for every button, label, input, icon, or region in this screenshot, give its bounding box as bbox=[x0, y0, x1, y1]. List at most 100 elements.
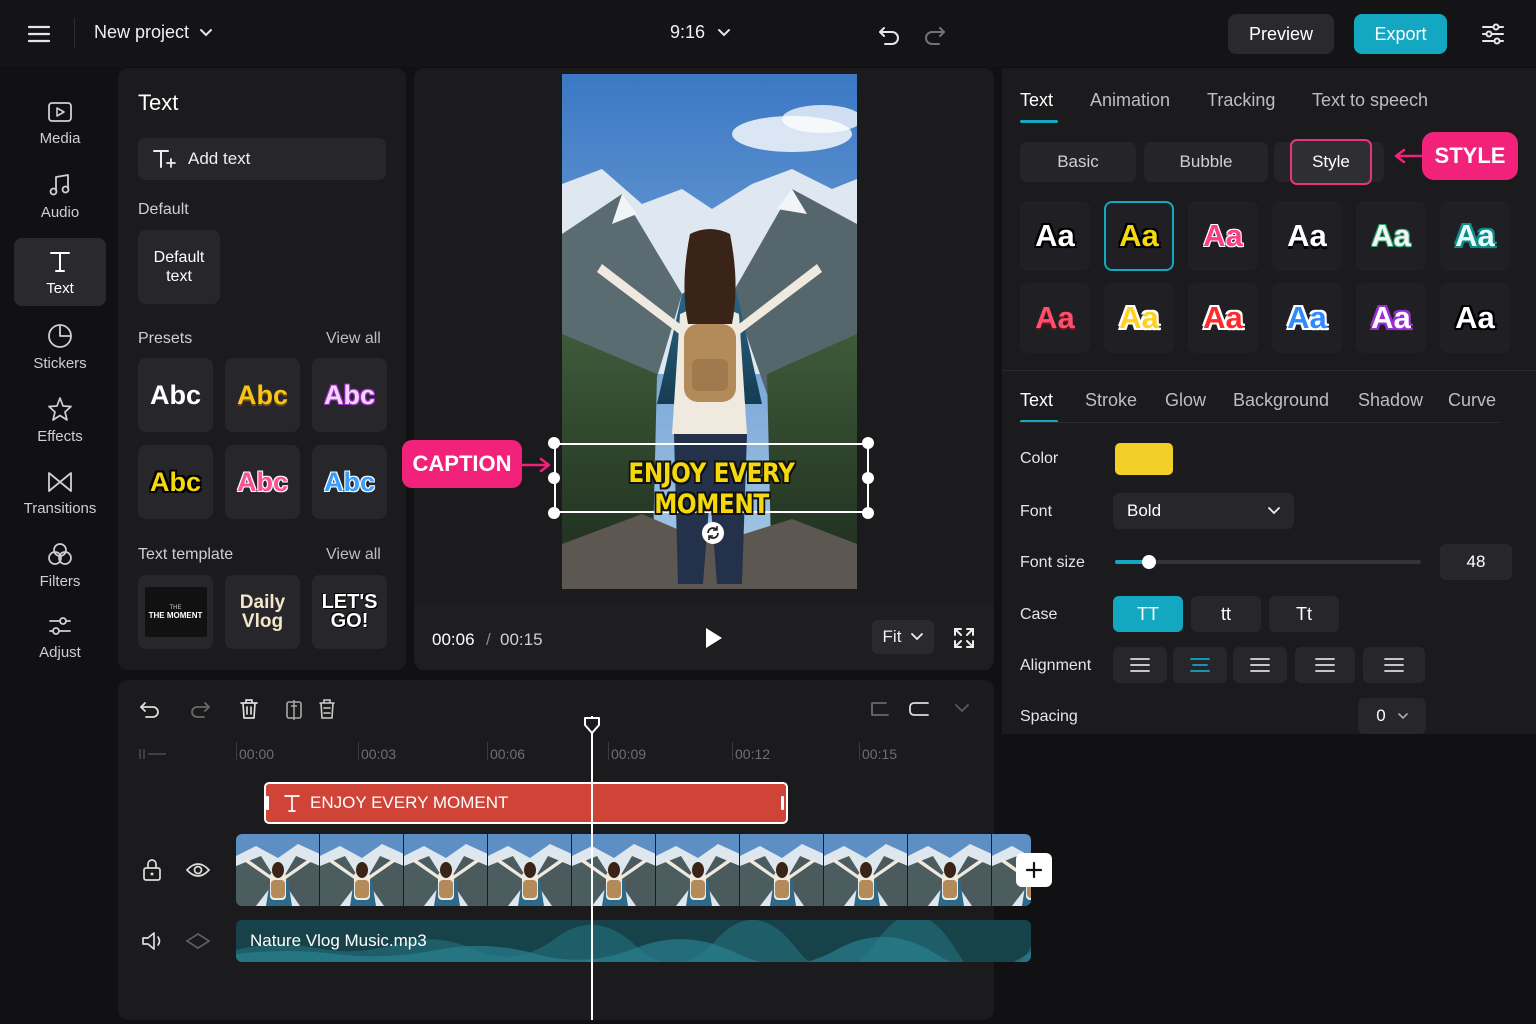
fit-dropdown[interactable]: Fit bbox=[872, 620, 934, 654]
magnet-snap-icon[interactable] bbox=[138, 746, 168, 762]
ruler-label: 00:12 bbox=[735, 746, 771, 762]
add-text-button[interactable]: Add text bbox=[138, 138, 386, 180]
delete-icon[interactable] bbox=[238, 698, 260, 720]
playhead-line[interactable] bbox=[591, 716, 593, 1020]
style-tile[interactable]: Aa bbox=[1272, 201, 1342, 271]
font-select[interactable]: Bold bbox=[1113, 493, 1294, 529]
clip-trim-handle-left[interactable] bbox=[266, 796, 269, 810]
style-category-basic[interactable]: Basic bbox=[1020, 142, 1136, 182]
case-lowercase-button[interactable]: tt bbox=[1191, 596, 1261, 632]
resize-handle[interactable] bbox=[548, 437, 560, 449]
resize-handle[interactable] bbox=[862, 472, 874, 484]
font-size-slider-knob[interactable] bbox=[1141, 555, 1156, 569]
tab-animation[interactable]: Animation bbox=[1090, 90, 1170, 111]
project-title-dropdown[interactable]: New project bbox=[94, 22, 213, 43]
play-icon[interactable] bbox=[702, 626, 724, 650]
subtab-shadow[interactable]: Shadow bbox=[1358, 390, 1423, 411]
aspect-ratio-dropdown[interactable]: 9:16 bbox=[670, 22, 731, 43]
chevron-down-icon[interactable] bbox=[954, 702, 970, 714]
preset-card[interactable]: Abc bbox=[225, 358, 300, 432]
preview-button[interactable]: Preview bbox=[1228, 14, 1334, 54]
style-tile[interactable]: Aa bbox=[1356, 283, 1426, 353]
add-clip-button[interactable] bbox=[1016, 853, 1052, 887]
style-tile[interactable]: Aa bbox=[1104, 283, 1174, 353]
clip-trim-handle-right[interactable] bbox=[781, 796, 784, 810]
fullscreen-icon[interactable] bbox=[952, 626, 976, 650]
undo-icon[interactable] bbox=[138, 698, 162, 720]
style-tile[interactable]: Aa bbox=[1440, 201, 1510, 271]
audio-clip[interactable]: Nature Vlog Music.mp3 bbox=[236, 920, 1031, 962]
nav-item-media[interactable]: Media bbox=[14, 90, 106, 156]
spacing-select[interactable]: 0 bbox=[1358, 698, 1426, 734]
zoom-in-icon[interactable] bbox=[908, 700, 932, 718]
style-tile[interactable]: Aa bbox=[1188, 283, 1258, 353]
audio-keyframe-icon[interactable] bbox=[185, 932, 211, 950]
subtab-background[interactable]: Background bbox=[1233, 390, 1329, 411]
rotate-icon[interactable] bbox=[701, 521, 725, 545]
style-category-style[interactable]: Style bbox=[1290, 139, 1372, 185]
style-category-bubble[interactable]: Bubble bbox=[1144, 142, 1268, 182]
preset-card[interactable]: Abc bbox=[225, 445, 300, 519]
template-card[interactable]: THE THE MOMENT bbox=[138, 575, 213, 649]
tab-tracking[interactable]: Tracking bbox=[1207, 90, 1275, 111]
align-distribute-button[interactable] bbox=[1363, 647, 1425, 683]
tab-text-to-speech[interactable]: Text to speech bbox=[1312, 90, 1428, 111]
text-clip[interactable]: ENJOY EVERY MOMENT bbox=[264, 782, 788, 824]
style-tile[interactable]: Aa bbox=[1020, 201, 1090, 271]
eye-icon[interactable] bbox=[185, 860, 211, 880]
resize-handle[interactable] bbox=[862, 437, 874, 449]
resize-handle[interactable] bbox=[862, 507, 874, 519]
style-tile[interactable]: Aa bbox=[1356, 201, 1426, 271]
case-uppercase-button[interactable]: TT bbox=[1113, 596, 1183, 632]
align-justify-button[interactable] bbox=[1295, 647, 1355, 683]
nav-item-effects[interactable]: Effects bbox=[14, 387, 106, 453]
nav-item-stickers[interactable]: Stickers bbox=[14, 314, 106, 380]
template-view-all-link[interactable]: View all bbox=[326, 546, 381, 564]
font-size-input[interactable]: 48 bbox=[1440, 544, 1512, 580]
subtab-stroke[interactable]: Stroke bbox=[1085, 390, 1137, 411]
zoom-out-icon[interactable] bbox=[868, 700, 892, 718]
undo-icon[interactable] bbox=[876, 22, 902, 46]
preset-card[interactable]: Abc bbox=[138, 445, 213, 519]
split-icon[interactable] bbox=[283, 698, 305, 720]
align-right-button[interactable] bbox=[1233, 647, 1287, 683]
redo-icon[interactable] bbox=[188, 698, 212, 720]
settings-sliders-icon[interactable] bbox=[1480, 21, 1506, 47]
export-button[interactable]: Export bbox=[1354, 14, 1447, 54]
style-tile[interactable]: Aa bbox=[1440, 283, 1510, 353]
color-swatch[interactable] bbox=[1115, 443, 1173, 475]
caption-text[interactable]: ENJOY EVERY MOMENT bbox=[578, 458, 845, 520]
presets-view-all-link[interactable]: View all bbox=[326, 330, 381, 348]
nav-item-adjust[interactable]: Adjust bbox=[14, 604, 106, 670]
subtab-glow[interactable]: Glow bbox=[1165, 390, 1206, 411]
subtab-text[interactable]: Text bbox=[1020, 390, 1053, 411]
subtab-curve[interactable]: Curve bbox=[1448, 390, 1496, 411]
preset-card[interactable]: Abc bbox=[312, 358, 387, 432]
video-clip[interactable] bbox=[236, 834, 1031, 906]
nav-item-transitions[interactable]: Transitions bbox=[14, 460, 106, 526]
crop-icon[interactable] bbox=[316, 698, 338, 720]
lock-icon[interactable] bbox=[141, 858, 163, 882]
nav-item-filters[interactable]: Filters bbox=[14, 532, 106, 598]
style-tile[interactable]: Aa bbox=[1020, 283, 1090, 353]
nav-item-text[interactable]: Text bbox=[14, 238, 106, 306]
redo-icon[interactable] bbox=[922, 22, 948, 46]
preset-card[interactable]: Abc bbox=[312, 445, 387, 519]
font-size-slider-track[interactable] bbox=[1115, 555, 1421, 569]
default-text-card[interactable]: Default text bbox=[138, 230, 220, 304]
playhead-marker-icon[interactable] bbox=[583, 716, 601, 736]
preset-card[interactable]: Abc bbox=[138, 358, 213, 432]
style-tile-selected[interactable]: Aa bbox=[1104, 201, 1174, 271]
style-tile[interactable]: Aa bbox=[1272, 283, 1342, 353]
volume-icon[interactable] bbox=[140, 930, 166, 952]
case-titlecase-button[interactable]: Tt bbox=[1269, 596, 1339, 632]
template-card[interactable]: Daily Vlog bbox=[225, 575, 300, 649]
align-center-button[interactable] bbox=[1173, 647, 1227, 683]
tab-text[interactable]: Text bbox=[1020, 90, 1053, 111]
align-left-button[interactable] bbox=[1113, 647, 1167, 683]
template-card[interactable]: LET'S GO! bbox=[312, 575, 387, 649]
style-tile[interactable]: Aa bbox=[1188, 201, 1258, 271]
nav-item-audio[interactable]: Audio bbox=[14, 163, 106, 229]
hamburger-menu-icon[interactable] bbox=[24, 22, 54, 46]
resize-handle[interactable] bbox=[548, 507, 560, 519]
